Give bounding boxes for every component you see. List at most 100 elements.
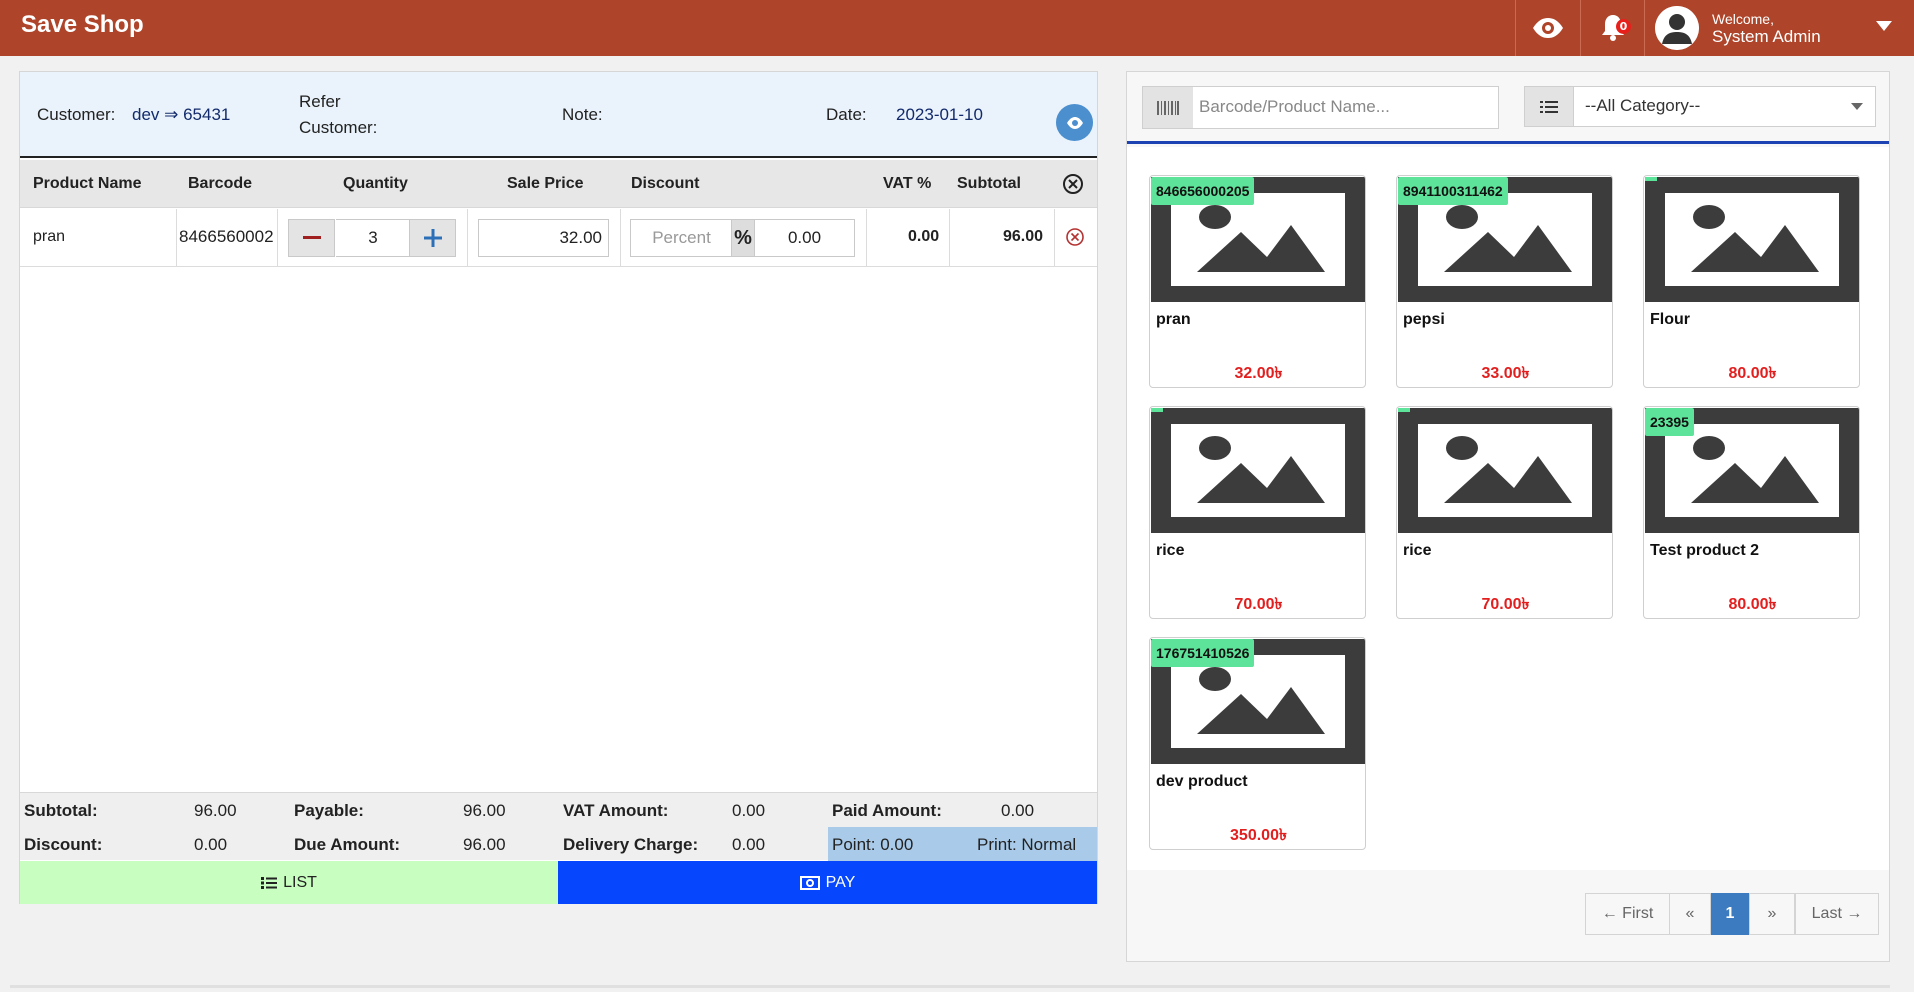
delivery-charge-value: 0.00 bbox=[732, 835, 766, 854]
vat-amount-label: VAT Amount: bbox=[563, 801, 669, 820]
paid-amount-label: Paid Amount: bbox=[832, 801, 942, 820]
discount-value-input[interactable]: 0.00 bbox=[754, 219, 855, 257]
subtotal-label: Subtotal: bbox=[24, 801, 98, 820]
due-amount-label: Due Amount: bbox=[294, 835, 401, 854]
sale-price-input[interactable]: 32.00 bbox=[478, 219, 609, 257]
welcome-label: Welcome, bbox=[1712, 11, 1774, 27]
refer-customer-label-1: Refer bbox=[299, 92, 341, 111]
print-mode[interactable]: Print: Normal bbox=[977, 835, 1076, 855]
col-sale-price: Sale Price bbox=[507, 175, 584, 192]
discount-label: Discount: bbox=[24, 835, 103, 854]
search-box: Barcode/Product Name... bbox=[1142, 86, 1499, 129]
customer-value[interactable]: dev ⇒ 65431 bbox=[132, 105, 230, 125]
product-card[interactable]: 23395 Test product 2 80.00৳ bbox=[1643, 406, 1860, 619]
top-navbar: Save Shop 0 Welcome, System Admin bbox=[0, 0, 1914, 56]
cart-summary: Subtotal: 96.00 Payable: 96.00 VAT Amoun… bbox=[20, 792, 1097, 861]
barcode-badge: 8941100311462 bbox=[1398, 177, 1508, 205]
customer-bar: Customer: dev ⇒ 65431 Refer Customer: No… bbox=[20, 72, 1097, 158]
view-customer-button[interactable] bbox=[1056, 104, 1093, 141]
remove-row-icon[interactable] bbox=[1065, 227, 1085, 247]
product-card[interactable]: Flour 80.00৳ bbox=[1643, 175, 1860, 388]
product-name: dev product bbox=[1156, 773, 1248, 790]
row-subtotal: 96.00 bbox=[1003, 228, 1044, 245]
point-print-box: Point: 0.00 Print: Normal bbox=[828, 827, 1097, 861]
pay-button[interactable]: PAY bbox=[558, 861, 1097, 904]
date-value[interactable]: 2023-01-10 bbox=[896, 105, 983, 125]
col-vat: VAT % bbox=[883, 175, 932, 192]
subtotal-value: 96.00 bbox=[194, 801, 237, 820]
next-page-button[interactable]: » bbox=[1749, 893, 1795, 935]
col-quantity: Quantity bbox=[343, 175, 408, 192]
row-vat: 0.00 bbox=[908, 228, 940, 245]
paid-amount-value: 0.00 bbox=[1001, 801, 1035, 820]
minus-icon bbox=[302, 236, 321, 239]
list-button-label: LIST bbox=[283, 873, 317, 891]
brand-title[interactable]: Save Shop bbox=[21, 11, 144, 39]
product-name: rice bbox=[1403, 542, 1432, 559]
first-page-button[interactable]: ← First bbox=[1585, 893, 1670, 935]
chevron-down-icon[interactable] bbox=[1876, 21, 1892, 31]
clear-cart-icon[interactable] bbox=[1062, 173, 1084, 195]
image-placeholder-icon bbox=[1398, 408, 1612, 533]
barcode-icon bbox=[1143, 87, 1193, 128]
avatar bbox=[1655, 6, 1699, 50]
cart-table-header: Product Name Barcode Quantity Sale Price… bbox=[20, 160, 1097, 208]
product-price: 80.00৳ bbox=[1728, 596, 1777, 613]
category-select[interactable]: --All Category-- bbox=[1524, 86, 1876, 127]
user-name: System Admin bbox=[1712, 27, 1821, 46]
product-price: 33.00৳ bbox=[1481, 365, 1530, 382]
product-card[interactable]: rice 70.00৳ bbox=[1396, 406, 1613, 619]
quantity-input[interactable]: 3 bbox=[336, 219, 410, 257]
product-card[interactable]: 846656000205 pran 32.00৳ bbox=[1149, 175, 1366, 388]
product-price: 32.00৳ bbox=[1234, 365, 1283, 382]
decrease-quantity-button[interactable] bbox=[288, 219, 335, 257]
row-product-name: pran bbox=[33, 228, 66, 245]
discount-type-input[interactable]: Percent bbox=[630, 219, 732, 257]
notifications-button[interactable]: 0 bbox=[1580, 0, 1644, 56]
product-card[interactable]: 8941100311462 pepsi 33.00৳ bbox=[1396, 175, 1613, 388]
product-card[interactable]: rice 70.00৳ bbox=[1149, 406, 1366, 619]
chevron-down-icon bbox=[1851, 103, 1863, 110]
barcode-badge: 176751410526 bbox=[1151, 639, 1255, 667]
refer-customer-label-2: Customer: bbox=[299, 118, 378, 137]
money-icon bbox=[799, 875, 820, 890]
preview-button[interactable] bbox=[1515, 0, 1580, 56]
product-price: 70.00৳ bbox=[1481, 596, 1530, 613]
due-amount-value: 96.00 bbox=[463, 835, 506, 854]
user-avatar-icon bbox=[1655, 6, 1699, 50]
pay-button-label: PAY bbox=[825, 873, 856, 891]
barcode-badge bbox=[1151, 408, 1163, 412]
product-card[interactable]: 176751410526 dev product 350.00৳ bbox=[1149, 637, 1366, 850]
user-menu[interactable]: Welcome, System Admin bbox=[1644, 0, 1914, 56]
list-icon bbox=[261, 876, 278, 889]
col-product-name: Product Name bbox=[33, 175, 142, 192]
barcode-badge bbox=[1398, 408, 1410, 412]
increase-quantity-button[interactable] bbox=[409, 219, 456, 257]
product-name: Flour bbox=[1650, 311, 1690, 328]
product-name: rice bbox=[1156, 542, 1185, 559]
last-page-button[interactable]: Last → bbox=[1795, 893, 1879, 935]
product-grid: 846656000205 pran 32.00৳ 8941100311462 p… bbox=[1127, 147, 1889, 870]
list-icon bbox=[1525, 87, 1574, 126]
image-placeholder-icon bbox=[1151, 408, 1365, 533]
date-label: Date: bbox=[826, 105, 867, 124]
percent-icon[interactable]: % bbox=[731, 219, 755, 257]
cart-panel: Customer: dev ⇒ 65431 Refer Customer: No… bbox=[19, 71, 1098, 904]
prev-page-button[interactable]: « bbox=[1669, 893, 1711, 935]
category-selected: --All Category-- bbox=[1585, 96, 1701, 115]
discount-value: 0.00 bbox=[194, 835, 228, 854]
search-input[interactable]: Barcode/Product Name... bbox=[1199, 97, 1390, 117]
product-price: 70.00৳ bbox=[1234, 596, 1283, 613]
row-barcode: 8466560002 bbox=[179, 227, 274, 246]
footer-divider bbox=[10, 985, 1890, 988]
page-1-button[interactable]: 1 bbox=[1711, 893, 1749, 935]
col-subtotal: Subtotal bbox=[957, 175, 1021, 192]
list-button[interactable]: LIST bbox=[20, 861, 558, 904]
product-name: Test product 2 bbox=[1650, 542, 1760, 559]
col-barcode: Barcode bbox=[188, 175, 253, 192]
payable-value: 96.00 bbox=[463, 801, 506, 820]
point-text: Point: 0.00 bbox=[832, 835, 914, 854]
product-price: 350.00৳ bbox=[1230, 827, 1287, 844]
notification-count-badge: 0 bbox=[1616, 19, 1631, 34]
vat-amount-value: 0.00 bbox=[732, 801, 766, 820]
